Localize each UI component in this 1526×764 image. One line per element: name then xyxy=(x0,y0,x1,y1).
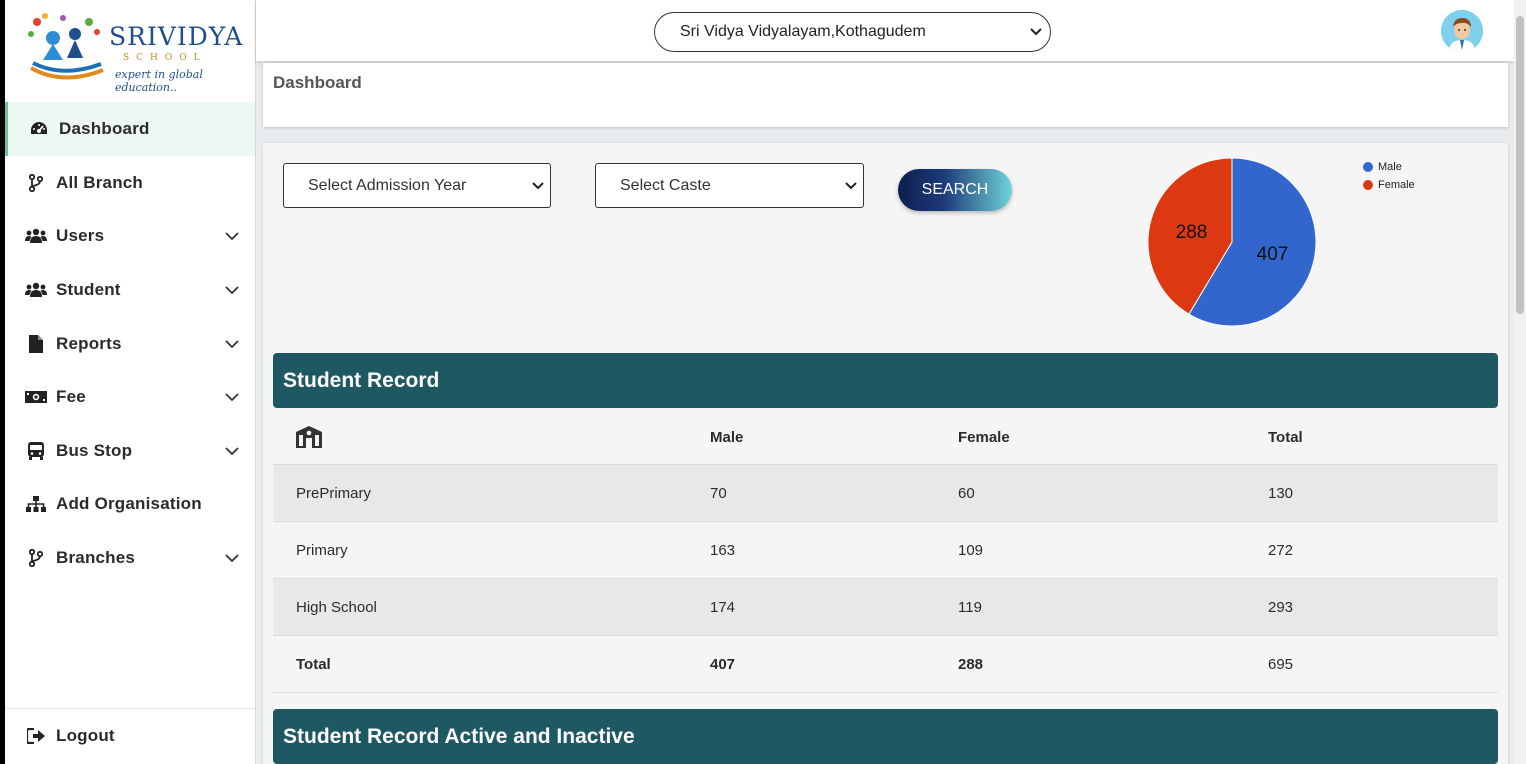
legend-swatch xyxy=(1363,162,1373,172)
chevron-down-icon xyxy=(225,447,239,456)
row-male: 174 xyxy=(710,598,736,616)
row-level: PrePrimary xyxy=(296,484,372,502)
branch-select-value: Sri Vidya Vidyalayam,Kothagudem xyxy=(680,23,926,40)
student-record-header: Student Record xyxy=(273,353,1498,408)
branch-fork-icon xyxy=(25,173,47,193)
sidebar-item-add-organisation[interactable]: Add Organisation xyxy=(5,478,255,532)
sidebar-item-label: All Branch xyxy=(56,172,144,192)
user-avatar[interactable] xyxy=(1441,10,1483,52)
sidebar-item-student[interactable]: Student xyxy=(5,263,255,317)
active-inactive-header: Student Record Active and Inactive xyxy=(273,709,1498,764)
table-total-row: Total 407 288 695 xyxy=(273,636,1498,693)
chevron-down-icon xyxy=(225,393,239,402)
sidebar-item-label: Dashboard xyxy=(59,119,150,138)
admission-year-select[interactable]: Select Admission Year xyxy=(283,163,551,208)
row-total: 272 xyxy=(1268,541,1294,559)
branch-fork-icon xyxy=(25,548,47,568)
sidebar-item-label: Users xyxy=(56,226,105,246)
scrollbar-thumb[interactable] xyxy=(1516,16,1524,314)
chevron-down-icon xyxy=(225,554,239,563)
admission-year-select-value: Select Admission Year xyxy=(308,176,467,194)
pie-data-label-male: 407 xyxy=(1257,244,1289,265)
legend-swatch xyxy=(1363,180,1373,190)
row-female: 119 xyxy=(958,598,982,616)
legend-item-male[interactable]: Male xyxy=(1363,158,1415,176)
column-header-total: Total xyxy=(1268,428,1303,446)
sidebar-item-label: Branches xyxy=(56,547,136,567)
sidebar-item-bus-stop[interactable]: Bus Stop xyxy=(5,424,255,478)
row-male: 163 xyxy=(710,541,736,559)
breadcrumb: Dashboard xyxy=(263,63,1508,127)
sidebar-item-branches[interactable]: Branches xyxy=(5,531,255,585)
sign-out-icon xyxy=(25,726,47,746)
legend-item-female[interactable]: Female xyxy=(1363,176,1415,194)
sidebar-item-label: Student xyxy=(56,279,121,299)
row-level: Primary xyxy=(296,541,348,559)
caste-select-value: Select Caste xyxy=(620,176,711,194)
search-button[interactable]: SEARCH xyxy=(898,169,1012,211)
chevron-down-icon xyxy=(1030,28,1042,36)
sidebar-item-label: Bus Stop xyxy=(56,440,133,460)
row-total: 130 xyxy=(1268,484,1294,502)
legend-label: Female xyxy=(1378,179,1415,191)
chevron-down-icon xyxy=(225,339,239,348)
chevron-down-icon xyxy=(845,182,857,190)
chevron-down-icon xyxy=(225,232,239,241)
top-bar: Sri Vidya Vidyalayam,Kothagudem xyxy=(256,0,1514,61)
sidebar-item-label: Add Organisation xyxy=(56,494,202,514)
branch-select[interactable]: Sri Vidya Vidyalayam,Kothagudem xyxy=(654,12,1051,52)
student-record-table: Male Female Total PrePrimary 70 60 130 P… xyxy=(273,410,1498,693)
total-label: Total xyxy=(296,655,331,673)
chart-legend: Male Female xyxy=(1363,158,1415,194)
sidebar-item-dashboard[interactable]: Dashboard xyxy=(5,102,255,156)
sidebar-item-label: Logout xyxy=(56,725,115,745)
row-female: 109 xyxy=(958,541,984,559)
user-avatar-icon xyxy=(1441,10,1483,52)
school-logo[interactable]: SRIVIDYA SCHOOL expert in global educati… xyxy=(23,8,248,94)
chevron-down-icon xyxy=(225,286,239,295)
page-scrollbar[interactable] xyxy=(1514,0,1526,764)
money-bill-icon xyxy=(25,387,47,407)
sitemap-icon xyxy=(25,494,47,514)
brand-sub: SCHOOL xyxy=(123,53,207,63)
table-header-row: Male Female Total xyxy=(273,410,1498,465)
sidebar-item-fee[interactable]: Fee xyxy=(5,370,255,424)
sidebar-item-reports[interactable]: Reports xyxy=(5,317,255,371)
row-female: 60 xyxy=(958,484,975,502)
logo-emblem-icon xyxy=(28,13,104,80)
sidebar-item-label: Reports xyxy=(56,333,122,353)
sidebar-item-users[interactable]: Users xyxy=(5,210,255,264)
dashboard-gauge-icon xyxy=(28,119,50,139)
table-row: High School 174 119 293 xyxy=(273,579,1498,636)
table-row: PrePrimary 70 60 130 xyxy=(273,465,1498,522)
sidebar: SRIVIDYA SCHOOL expert in global educati… xyxy=(0,0,256,764)
page-title: Dashboard xyxy=(273,73,362,92)
sidebar-item-logout[interactable]: Logout xyxy=(5,709,255,763)
brand-name: SRIVIDYA xyxy=(109,22,244,51)
users-group-icon xyxy=(25,280,47,300)
row-total: 293 xyxy=(1268,598,1294,616)
total-female: 288 xyxy=(958,655,984,673)
users-group-icon xyxy=(25,226,47,246)
caste-select[interactable]: Select Caste xyxy=(595,163,864,208)
dashboard-panel: Select Admission Year Select Caste SEARC… xyxy=(263,143,1508,764)
gender-pie-chart: 407 288 xyxy=(1147,157,1317,327)
sidebar-item-label: Fee xyxy=(56,387,86,407)
pie-data-label-female: 288 xyxy=(1176,222,1208,243)
column-header-male: Male xyxy=(710,428,744,446)
total-male: 407 xyxy=(710,655,736,673)
table-row: Primary 163 109 272 xyxy=(273,522,1498,579)
total-total: 695 xyxy=(1268,655,1294,673)
row-male: 70 xyxy=(710,484,727,502)
chevron-down-icon xyxy=(532,182,544,190)
school-icon xyxy=(296,410,322,464)
legend-label: Male xyxy=(1378,161,1402,173)
column-header-female: Female xyxy=(958,428,1010,446)
file-icon xyxy=(25,334,47,354)
sidebar-nav: Dashboard All Branch Users Student Repor… xyxy=(5,102,255,585)
sidebar-item-all-branch[interactable]: All Branch xyxy=(5,156,255,210)
bus-icon xyxy=(25,441,47,461)
row-level: High School xyxy=(296,598,377,616)
brand-tagline: expert in global education.. xyxy=(115,68,203,94)
